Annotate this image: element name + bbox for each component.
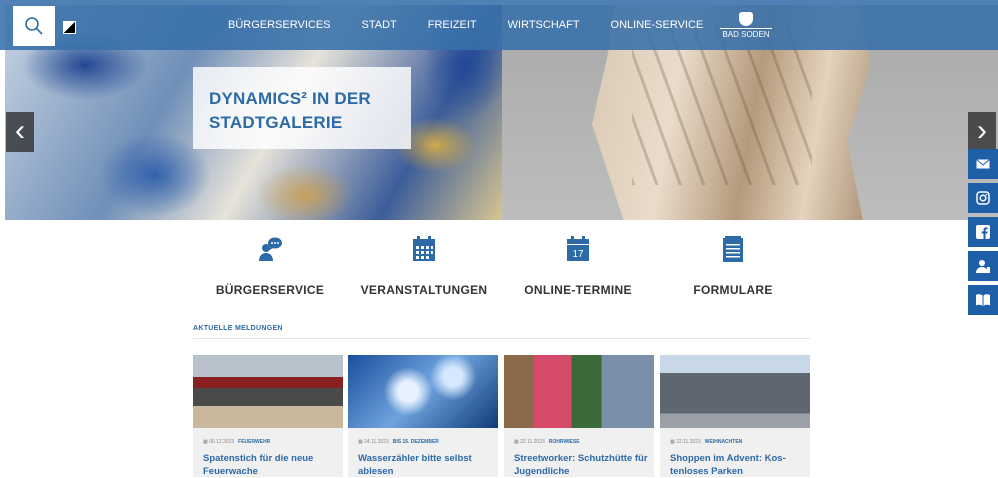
chevron-right-icon: ›	[977, 114, 987, 147]
chevron-left-icon: ‹	[15, 114, 25, 147]
news-heading: AKTUELLE MELDUNGEN	[193, 325, 283, 332]
news-card[interactable]: ▦ 24.11.2023 BIS 15. DEZEMBER Wasserzähle…	[348, 355, 498, 477]
news-date: 22.11.2023	[676, 439, 701, 445]
news-title: Spatenstich für die neue Feuerwache	[203, 453, 314, 477]
service-veranstaltungen[interactable]: VERANSTALTUNGEN	[344, 236, 504, 297]
news-image-firestation	[193, 355, 343, 428]
service-label: BÜRGERSERVICE	[215, 283, 325, 297]
news-date: 22.11.2023	[520, 439, 545, 445]
menu-item-online-service[interactable]: ONLINE-SERVICE	[611, 19, 704, 31]
social-mail-button[interactable]	[968, 149, 998, 179]
mail-icon	[976, 159, 990, 169]
news-tag: ROHRWIESE	[548, 439, 580, 445]
service-online-termine[interactable]: 17 ONLINE-TERMINE	[498, 236, 658, 297]
news-tag: FEUERWEHR	[238, 439, 271, 445]
search-button[interactable]	[13, 6, 55, 46]
service-label: FORMULARE	[693, 283, 773, 297]
hero-caption: DYNAMICS² IN DER STADTGALERIE	[209, 89, 371, 132]
main-menu: BÜRGERSERVICES STADT FREIZEIT WIRTSCHAFT…	[228, 0, 734, 50]
service-buergerservice[interactable]: BÜRGERSERVICE	[190, 236, 350, 297]
news-meta: ▦ 06.12.2023 FEUERWEHR	[203, 439, 271, 445]
news-meta: ▦ 22.11.2023 WEIHNACHTEN	[670, 439, 743, 445]
news-meta: ▦ 24.11.2023 BIS 15. DEZEMBER	[358, 439, 439, 445]
news-tag: BIS 15. DEZEMBER	[392, 439, 439, 445]
menu-item-stadt[interactable]: STADT	[362, 19, 397, 31]
news-image-water	[348, 355, 498, 428]
search-icon	[25, 17, 43, 35]
news-card[interactable]: ▦ 22.11.2023 WEIHNACHTEN Shoppen im Adven…	[660, 355, 810, 477]
news-title: Shoppen im Advent: Kos­tenloses Parken	[670, 453, 786, 477]
hero-caption-box[interactable]: DYNAMICS² IN DER STADTGALERIE	[193, 67, 411, 149]
facebook-icon	[976, 225, 990, 239]
crest-icon	[739, 12, 753, 26]
news-divider	[193, 338, 810, 339]
city-logo[interactable]: BAD SODEN	[720, 12, 772, 44]
news-image-parking	[660, 355, 810, 428]
service-label: VERANSTALTUNGEN	[360, 283, 488, 297]
news-title: Streetworker: Schutzhütte für Jugendlich…	[514, 453, 648, 477]
slider-prev-button[interactable]: ‹	[6, 112, 34, 152]
news-date: 24.11.2023	[364, 439, 389, 445]
logo-text: BAD SODEN	[720, 28, 772, 39]
news-image-shelter	[504, 355, 654, 428]
social-facebook-button[interactable]	[968, 217, 998, 247]
calendar-17-icon: 17	[567, 236, 589, 261]
news-meta: ▦ 22.11.2023 ROHRWIESE	[514, 439, 580, 445]
menu-item-buergerservices[interactable]: BÜRGERSERVICES	[228, 19, 331, 31]
menu-item-wirtschaft[interactable]: WIRTSCHAFT	[508, 19, 580, 31]
contact-person-icon	[976, 260, 990, 273]
social-book-button[interactable]	[968, 285, 998, 315]
form-list-icon	[723, 236, 743, 262]
instagram-icon	[976, 191, 990, 205]
news-tag: WEIHNACHTEN	[704, 439, 743, 445]
news-date: 06.12.2023	[209, 439, 235, 445]
news-card[interactable]: ▦ 06.12.2023 FEUERWEHR Spatenstich für di…	[193, 355, 343, 477]
calendar-grid-icon	[413, 236, 435, 261]
top-navigation: BÜRGERSERVICES STADT FREIZEIT WIRTSCHAFT…	[0, 0, 998, 50]
slider-next-button[interactable]: ›	[968, 112, 996, 152]
news-card[interactable]: ▦ 22.11.2023 ROHRWIESE Streetworker: Schu…	[504, 355, 654, 477]
news-title: Wasserzähler bitte selbst ablesen	[358, 453, 472, 477]
calendar-day: 17	[572, 249, 584, 260]
service-label: ONLINE-TERMINE	[524, 283, 632, 297]
menu-item-freizeit[interactable]: FREIZEIT	[428, 19, 477, 31]
social-contact-button[interactable]	[968, 251, 998, 281]
service-formulare[interactable]: FORMULARE	[653, 236, 813, 297]
chat-person-icon	[259, 237, 282, 261]
social-instagram-button[interactable]	[968, 183, 998, 213]
book-icon	[976, 294, 990, 306]
contrast-toggle-icon[interactable]	[63, 21, 76, 34]
